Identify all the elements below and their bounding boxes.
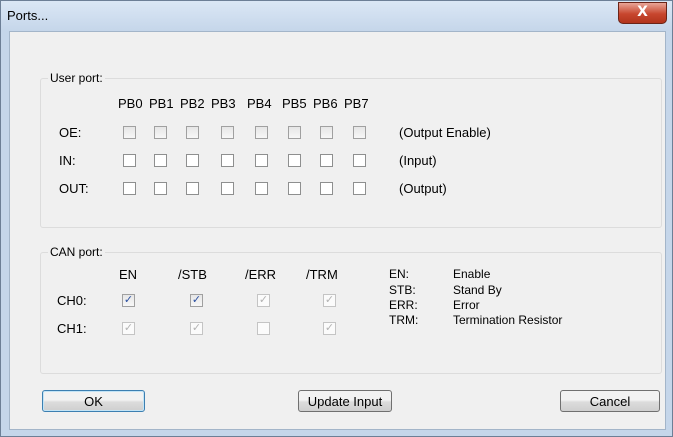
- checkmark-icon: ✓: [324, 293, 335, 306]
- col-header-err: /ERR: [245, 267, 277, 282]
- checkbox-ch1-stb: ✓: [190, 321, 203, 335]
- col-header-pb7: PB7: [344, 96, 369, 111]
- legend-termination: Termination Resistor: [453, 313, 563, 327]
- col-header-pb4: PB4: [247, 96, 272, 111]
- checkbox-ch0-trm: ✓: [323, 293, 336, 307]
- checkbox-out-pb6[interactable]: [320, 182, 333, 195]
- checkmark-icon: ✓: [191, 293, 202, 306]
- user-port-group: User port: PB0 PB1 PB2 PB3 PB4 PB5 PB6 P…: [40, 71, 662, 228]
- row-label-in: IN:: [59, 153, 76, 168]
- checkbox-oe-pb7[interactable]: [353, 126, 366, 139]
- update-input-button[interactable]: Update Input: [298, 390, 392, 412]
- ports-dialog: Ports... X User port: PB0 PB1 PB2 PB3 PB…: [0, 0, 673, 437]
- window-title: Ports...: [7, 8, 49, 23]
- checkmark-icon: ✓: [258, 293, 269, 306]
- col-header-trm: /TRM: [306, 267, 338, 282]
- legend-enable: Enable: [453, 267, 491, 281]
- close-button[interactable]: X: [618, 2, 667, 24]
- checkbox-ch1-en: ✓: [122, 321, 135, 335]
- checkbox-in-pb6[interactable]: [320, 154, 333, 167]
- col-header-pb6: PB6: [313, 96, 338, 111]
- checkbox-in-pb5[interactable]: [288, 154, 301, 167]
- cancel-button[interactable]: Cancel: [560, 390, 660, 412]
- checkbox-ch0-stb[interactable]: ✓: [190, 293, 203, 307]
- legend-stand-by: Stand By: [453, 283, 502, 297]
- title-bar[interactable]: Ports... X: [1, 1, 672, 31]
- col-header-pb2: PB2: [180, 96, 205, 111]
- ok-button[interactable]: OK: [42, 390, 145, 412]
- checkbox-in-pb0[interactable]: [123, 154, 136, 167]
- checkbox-out-pb1[interactable]: [154, 182, 167, 195]
- checkbox-ch0-err: ✓: [257, 293, 270, 307]
- desc-output-enable: (Output Enable): [399, 125, 491, 140]
- checkbox-oe-pb2[interactable]: [186, 126, 199, 139]
- row-label-ch1: CH1:: [57, 321, 87, 336]
- legend-abbr-stb: STB:: [389, 283, 416, 297]
- legend-abbr-err: ERR:: [389, 298, 418, 312]
- col-header-en: EN: [119, 267, 138, 282]
- desc-output: (Output): [399, 181, 447, 196]
- checkbox-ch1-trm: ✓: [323, 321, 336, 335]
- checkbox-in-pb7[interactable]: [353, 154, 366, 167]
- checkmark-icon: ✓: [123, 321, 134, 334]
- checkmark-icon: ✓: [324, 321, 335, 334]
- col-header-pb1: PB1: [149, 96, 174, 111]
- dialog-body: User port: PB0 PB1 PB2 PB3 PB4 PB5 PB6 P…: [9, 31, 666, 430]
- legend-error: Error: [453, 298, 480, 312]
- checkbox-in-pb3[interactable]: [221, 154, 234, 167]
- col-header-stb: /STB: [178, 267, 207, 282]
- desc-input: (Input): [399, 153, 437, 168]
- checkbox-ch1-err: [257, 322, 270, 335]
- can-port-group: CAN port: EN /STB /ERR /TRM CH0: CH1: ✓ ✓…: [40, 245, 662, 374]
- legend-abbr-trm: TRM:: [389, 313, 419, 327]
- checkbox-ch0-en[interactable]: ✓: [122, 293, 135, 307]
- checkbox-out-pb4[interactable]: [255, 182, 268, 195]
- checkmark-icon: ✓: [191, 321, 202, 334]
- col-header-pb0: PB0: [118, 96, 143, 111]
- col-header-pb5: PB5: [282, 96, 307, 111]
- checkbox-out-pb2[interactable]: [186, 182, 199, 195]
- checkbox-in-pb1[interactable]: [154, 154, 167, 167]
- checkbox-out-pb0[interactable]: [123, 182, 136, 195]
- checkbox-oe-pb3[interactable]: [221, 126, 234, 139]
- col-header-pb3: PB3: [211, 96, 236, 111]
- checkbox-out-pb7[interactable]: [353, 182, 366, 195]
- checkbox-oe-pb4[interactable]: [255, 126, 268, 139]
- checkmark-icon: ✓: [123, 293, 134, 306]
- user-port-label: User port:: [48, 71, 105, 85]
- checkbox-oe-pb0[interactable]: [123, 126, 136, 139]
- checkbox-in-pb4[interactable]: [255, 154, 268, 167]
- legend-abbr-en: EN:: [389, 267, 410, 281]
- row-label-oe: OE:: [59, 125, 82, 140]
- checkbox-oe-pb6[interactable]: [320, 126, 333, 139]
- row-label-out: OUT:: [59, 181, 89, 196]
- row-label-ch0: CH0:: [57, 293, 87, 308]
- checkbox-oe-pb5[interactable]: [288, 126, 301, 139]
- can-port-label: CAN port:: [48, 245, 105, 259]
- checkbox-in-pb2[interactable]: [186, 154, 199, 167]
- checkbox-oe-pb1[interactable]: [154, 126, 167, 139]
- checkbox-out-pb5[interactable]: [288, 182, 301, 195]
- checkbox-out-pb3[interactable]: [221, 182, 234, 195]
